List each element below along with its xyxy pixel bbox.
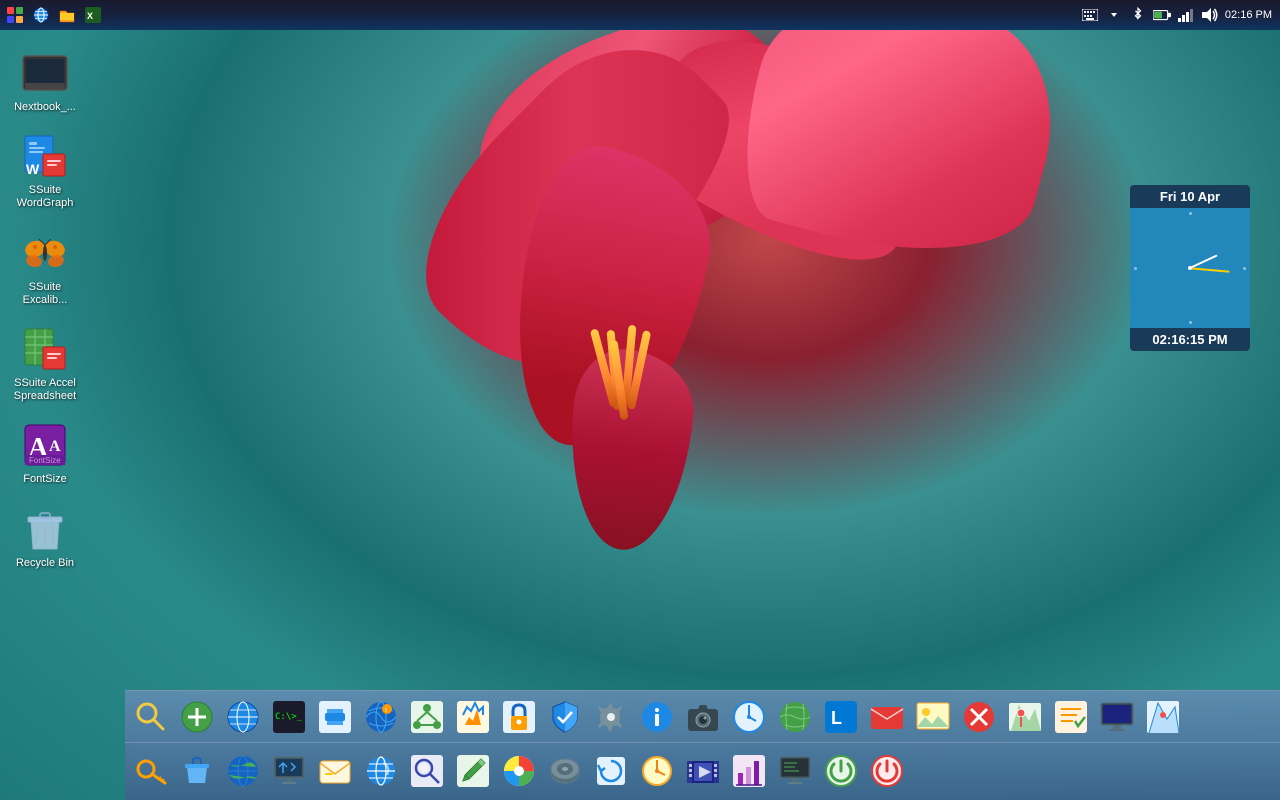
clock-face [1130,208,1250,328]
start-button[interactable] [4,4,26,26]
accel-label: SSuite AccelSpreadsheet [14,377,76,403]
clock-minute-hand [1190,267,1230,272]
calendar-widget[interactable]: Fri 10 Apr 02:16:15 PM [1130,185,1250,351]
nextbook-label: Nextbook_... [14,101,76,114]
dock-network-icon[interactable] [405,695,449,739]
desktop-icon-wordgraph[interactable]: W SSuiteWordGraph [5,128,85,214]
dock-colorwheel-icon[interactable] [497,749,541,793]
desktop-icon-fontsize[interactable]: A A FontSize FontSize [5,417,85,490]
volume-icon[interactable] [1201,6,1219,24]
ie-button[interactable] [30,4,52,26]
svg-text:!: ! [385,708,387,714]
fontsize-label: FontSize [23,473,66,486]
dock-row-1: C:\>_ ! [125,691,1280,743]
recycle-bin-icon [21,505,69,553]
svg-text:X: X [87,11,93,21]
dock-mail2-icon[interactable] [865,695,909,739]
bg-petal-4 [723,0,1077,285]
dock-power-on-icon[interactable] [819,749,863,793]
excalib-icon-img [21,229,69,277]
dock-tools-icon[interactable] [313,695,357,739]
calendar-time: 02:16:15 PM [1130,328,1250,351]
desktop-icon-excalib[interactable]: SSuiteExcalib... [5,225,85,311]
dock-shield-icon[interactable] [543,695,587,739]
desktop-icon-accel[interactable]: SSuite AccelSpreadsheet [5,321,85,407]
battery-icon [1153,6,1171,24]
excalib-label: SSuiteExcalib... [23,281,68,307]
dock-map-icon[interactable] [1003,695,1047,739]
dock-earth-icon[interactable] [773,695,817,739]
clock-dot-12 [1189,212,1192,215]
bluetooth-icon [1129,6,1147,24]
desktop-icon-recycle-bin[interactable]: Recycle Bin [5,501,85,574]
dock-row-2 [125,743,1280,799]
file-explorer-button[interactable] [56,4,78,26]
desktop-icon-area: Nextbook_... W SSuiteWordGraph [0,40,100,579]
system-clock[interactable]: 02:16 PM [1225,9,1272,21]
desktop-icon-nextbook[interactable]: Nextbook_... [5,45,85,118]
dock-add-icon[interactable] [175,695,219,739]
dock-map2-icon[interactable] [1141,695,1185,739]
dock-info-icon[interactable] [635,695,679,739]
keyboard-icon [1081,6,1099,24]
taskbar-systray: 02:16 PM [1081,6,1280,24]
calendar-date: Fri 10 Apr [1130,185,1250,208]
taskbar-top: X [0,0,1280,30]
dock-camera-icon[interactable] [681,695,725,739]
dock-clock2-icon[interactable] [635,749,679,793]
signal-icon [1177,6,1195,24]
dock-delete-icon[interactable] [957,695,1001,739]
dock-tasks-icon[interactable] [1049,695,1093,739]
wordgraph-icon-img: W [21,132,69,180]
svg-text:A: A [49,438,61,455]
clock-dot-3 [1243,267,1246,270]
dock-mail-icon[interactable] [313,749,357,793]
dock-monitor3-icon[interactable] [773,749,817,793]
dock-pen-icon[interactable] [451,749,495,793]
dock-settings-icon[interactable] [589,695,633,739]
dock-cmd-icon[interactable]: C:\>_ [267,695,311,739]
fontsize-icon-img: A A FontSize [21,421,69,469]
bottom-dock: C:\>_ ! [125,690,1280,800]
systray-expand-icon[interactable] [1105,6,1123,24]
dock-bucket-icon[interactable] [175,749,219,793]
dock-ie-icon[interactable] [359,749,403,793]
dock-earth2-icon[interactable] [221,749,265,793]
svg-text:W: W [26,161,40,177]
dock-filmstrip-icon[interactable] [681,749,725,793]
dock-clock-icon[interactable] [727,695,771,739]
dock-chart-icon[interactable] [727,749,771,793]
dock-search-icon[interactable] [129,695,173,739]
excel-button[interactable]: X [82,4,104,26]
clock-dot-6 [1189,321,1192,324]
dock-lync-icon[interactable]: L [819,695,863,739]
dock-shutdown-icon[interactable] [865,749,909,793]
dock-magnify-icon[interactable] [405,749,449,793]
dock-browser-icon[interactable] [221,695,265,739]
wordgraph-label: SSuiteWordGraph [17,184,74,210]
dock-key-icon[interactable] [129,749,173,793]
svg-text:C:\>_: C:\>_ [275,712,303,722]
dock-disk-icon[interactable] [543,749,587,793]
dock-monitor2-icon[interactable] [267,749,311,793]
dock-photo-icon[interactable] [911,695,955,739]
nextbook-icon-img [21,49,69,97]
clock-center [1188,266,1192,270]
dock-monitor-icon[interactable] [1095,695,1139,739]
dock-globe3d-icon[interactable]: ! [359,695,403,739]
clock-dot-9 [1134,267,1137,270]
dock-rotate-icon[interactable] [589,749,633,793]
dock-tools2-icon[interactable] [451,695,495,739]
svg-text:FontSize: FontSize [29,456,61,465]
taskbar-top-left: X [0,4,104,26]
desktop [0,0,1280,800]
recycle-bin-label: Recycle Bin [16,557,74,570]
accel-icon-img [21,325,69,373]
svg-text:L: L [831,708,842,728]
dock-lock-icon[interactable] [497,695,541,739]
